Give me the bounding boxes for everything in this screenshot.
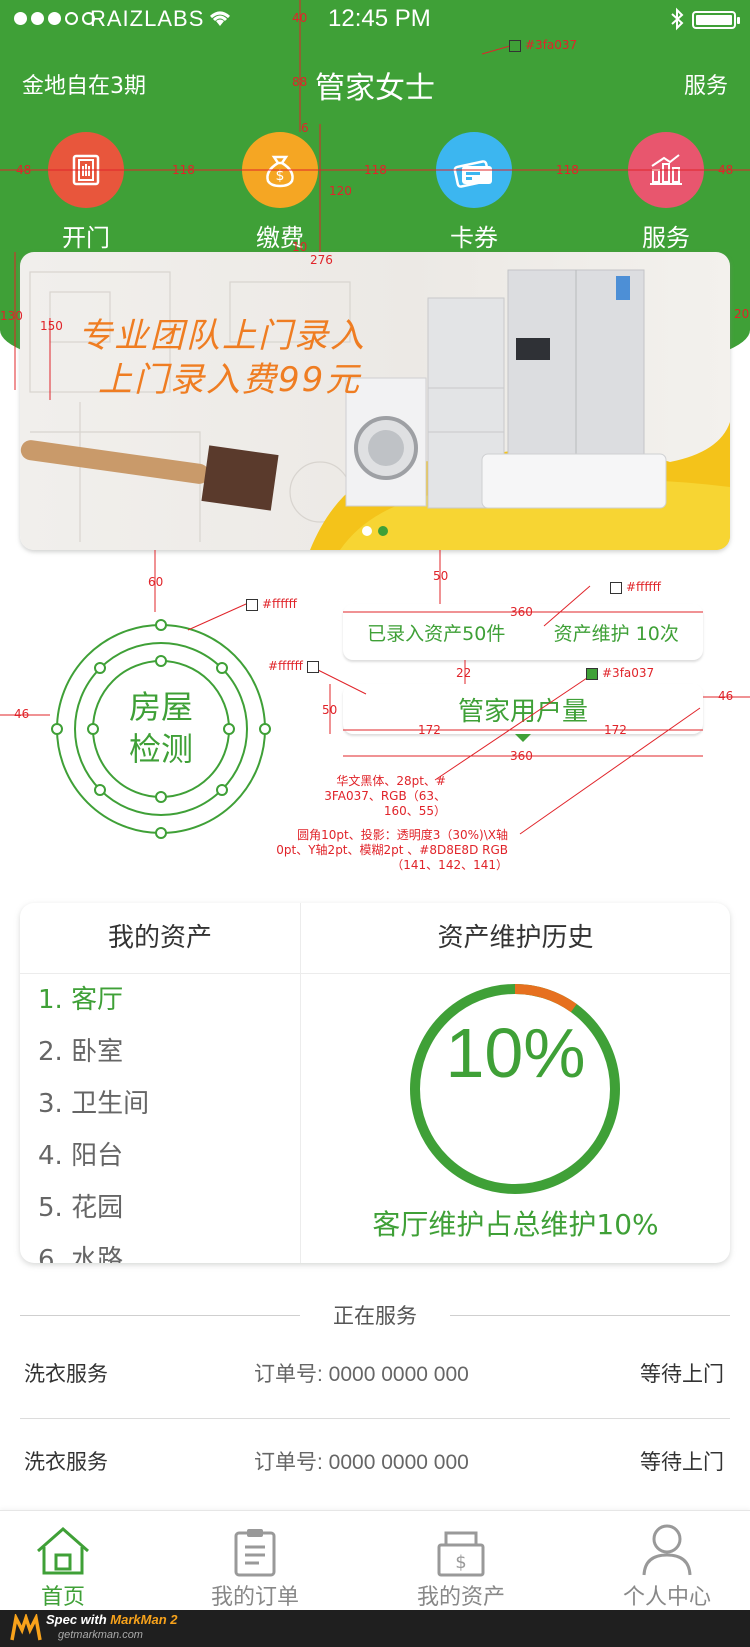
asset-box-icon: $ bbox=[386, 1517, 536, 1577]
promo-banner[interactable]: 专业团队上门录入 上门录入费99元 bbox=[20, 252, 730, 550]
order-row[interactable]: 洗衣服务 订单号: 0000 0000 000 等待上门 bbox=[20, 1330, 730, 1419]
house-inspection-button[interactable]: 房屋 检测 bbox=[50, 618, 272, 840]
order-row[interactable]: 洗衣服务 订单号: 0000 0000 000 等待上门 bbox=[20, 1418, 730, 1506]
action-pay[interactable]: $ 缴费 bbox=[242, 132, 318, 253]
bluetooth-icon bbox=[671, 7, 684, 31]
color-annotation: #ffffff bbox=[268, 659, 323, 674]
door-icon bbox=[48, 132, 124, 208]
footer-site: getmarkman.com bbox=[58, 1629, 143, 1641]
dim-label: 46 bbox=[14, 707, 29, 721]
app-screen: RAIZLABS 12:45 PM 金地自在3期 管家女士 服务 开门 $ 缴费… bbox=[0, 0, 750, 1647]
action-label: 服务 bbox=[642, 224, 690, 252]
tab-profile[interactable]: 个人中心 bbox=[592, 1517, 742, 1611]
list-item[interactable]: 3. 卫生间 bbox=[38, 1078, 300, 1130]
service-link[interactable]: 服务 bbox=[684, 68, 728, 100]
maintenance-caption: 客厅维护占总维护10% bbox=[372, 1208, 659, 1241]
maintenance-history-column: 资产维护历史 10% 客厅维护占总维护10% bbox=[301, 903, 730, 1263]
order-service: 洗衣服务 bbox=[24, 1450, 108, 1474]
color-annotation: #ffffff bbox=[610, 580, 661, 595]
my-assets-column: 我的资产 1. 客厅 2. 卧室 3. 卫生间 4. 阳台 5. 花园 6. 水… bbox=[20, 903, 301, 1263]
markman-logo-icon bbox=[10, 1614, 42, 1641]
bottom-tab-bar: 首页 我的订单 $ 我的资产 个人中心 bbox=[0, 1510, 750, 1611]
maintenance-count: 资产维护 10次 bbox=[553, 622, 679, 645]
banner-pager[interactable] bbox=[362, 526, 388, 536]
shadow-annotation: 圆角10pt、投影：透明度3（30%)\X轴 0pt、Y轴2pt、模糊2pt 、… bbox=[276, 828, 508, 872]
banner-headline: 专业团队上门录入 上门录入费99元 bbox=[78, 314, 366, 402]
color-annotation: #3fa037 bbox=[586, 666, 654, 681]
asset-room-list[interactable]: 1. 客厅 2. 卧室 3. 卫生间 4. 阳台 5. 花园 6. 水路 bbox=[20, 974, 300, 1263]
my-assets-title: 我的资产 bbox=[20, 903, 300, 974]
status-time: 12:45 PM bbox=[328, 5, 431, 32]
list-item[interactable]: 4. 阳台 bbox=[38, 1130, 300, 1182]
dim-label: 22 bbox=[456, 666, 471, 680]
svg-text:$: $ bbox=[455, 1552, 466, 1573]
chart-service-icon bbox=[628, 132, 704, 208]
tab-assets[interactable]: $ 我的资产 bbox=[386, 1517, 536, 1611]
tab-label: 我的订单 bbox=[210, 1585, 299, 1610]
pager-dot-active[interactable] bbox=[378, 526, 388, 536]
coupon-card-icon bbox=[436, 132, 512, 208]
tab-label: 首页 bbox=[40, 1585, 85, 1610]
list-item[interactable]: 6. 水路 bbox=[38, 1234, 300, 1263]
signal-strength-icon bbox=[14, 12, 95, 25]
footer-spec-text: Spec with MarkMan 2 bbox=[46, 1612, 178, 1627]
asset-stats-card: 已录入资产50件 资产维护 10次 bbox=[343, 604, 703, 660]
inspection-label: 房屋 检测 bbox=[50, 686, 272, 770]
list-item[interactable]: 1. 客厅 bbox=[38, 974, 300, 1026]
battery-icon bbox=[692, 11, 740, 29]
order-status: 等待上门 bbox=[640, 1450, 724, 1474]
dim-label: 50 bbox=[322, 703, 337, 717]
maintenance-percent: 10% bbox=[445, 1014, 586, 1092]
order-number: 订单号: 0000 0000 000 bbox=[254, 1363, 469, 1386]
action-open-door[interactable]: 开门 bbox=[48, 132, 124, 253]
wifi-icon bbox=[210, 11, 230, 26]
action-coupon[interactable]: 卡券 bbox=[436, 132, 512, 253]
clipboard-icon bbox=[180, 1517, 330, 1577]
list-item[interactable]: 5. 花园 bbox=[38, 1182, 300, 1234]
page-title: 管家女士 bbox=[315, 71, 435, 106]
order-service: 洗衣服务 bbox=[24, 1362, 108, 1386]
svg-text:$: $ bbox=[276, 168, 285, 184]
dim-label: 60 bbox=[148, 575, 163, 589]
inspection-label-line-1: 房屋 bbox=[128, 688, 193, 726]
inspection-label-line-2: 检测 bbox=[128, 730, 193, 768]
order-number: 订单号: 0000 0000 000 bbox=[254, 1451, 469, 1474]
assets-panel: 我的资产 1. 客厅 2. 卧室 3. 卫生间 4. 阳台 5. 花园 6. 水… bbox=[20, 903, 730, 1263]
tab-home[interactable]: 首页 bbox=[0, 1517, 138, 1611]
butler-users-button[interactable]: 管家用户量 bbox=[343, 684, 703, 742]
status-bar: RAIZLABS 12:45 PM bbox=[0, 0, 750, 40]
money-bag-icon: $ bbox=[242, 132, 318, 208]
action-label: 缴费 bbox=[256, 224, 304, 252]
action-service[interactable]: 服务 bbox=[628, 132, 704, 253]
order-status: 等待上门 bbox=[640, 1362, 724, 1386]
serving-section-header: 正在服务 bbox=[20, 1300, 730, 1330]
banner-line-1: 专业团队上门录入 bbox=[78, 316, 366, 356]
tab-label: 我的资产 bbox=[416, 1585, 505, 1610]
tab-orders[interactable]: 我的订单 bbox=[180, 1517, 330, 1611]
action-label: 卡券 bbox=[450, 224, 498, 252]
maintenance-history-title: 资产维护历史 bbox=[301, 903, 730, 974]
dim-label: 50 bbox=[433, 569, 448, 583]
action-label: 开门 bbox=[62, 224, 110, 252]
recorded-assets-count: 已录入资产50件 bbox=[367, 622, 506, 645]
user-icon bbox=[592, 1517, 742, 1577]
color-annotation: #ffffff bbox=[246, 597, 297, 612]
pager-dot[interactable] bbox=[362, 526, 372, 536]
dim-label: 360 bbox=[510, 749, 533, 763]
color-annotation: #3fa037 bbox=[509, 38, 577, 53]
home-icon bbox=[0, 1517, 138, 1577]
markman-footer: Spec with MarkMan 2 getmarkman.com bbox=[0, 1610, 750, 1647]
banner-line-2: 上门录入费99元 bbox=[98, 360, 362, 400]
carrier-name: RAIZLABS bbox=[90, 6, 205, 31]
tab-label: 个人中心 bbox=[622, 1585, 711, 1610]
list-item[interactable]: 2. 卧室 bbox=[38, 1026, 300, 1078]
font-annotation: 华文黑体、28pt、# 3FA037、RGB（63、 160、55） bbox=[324, 774, 446, 818]
dim-label: 46 bbox=[718, 689, 733, 703]
